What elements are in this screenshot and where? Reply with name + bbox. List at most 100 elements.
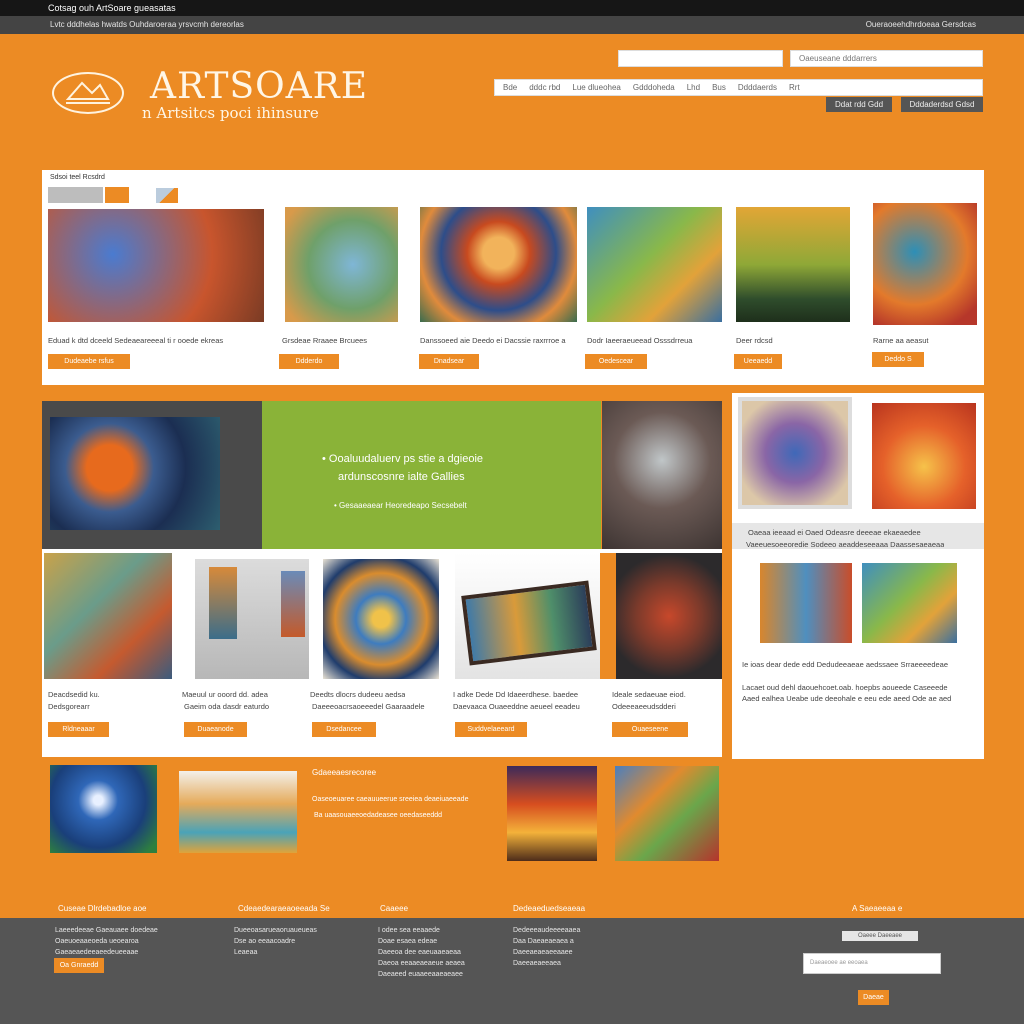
footer-column: I odee sea eeaaede Doae esaea edeae Daee…: [378, 925, 465, 980]
side-caption: Vaeeuesoeeoredie Sodeeo aeaddeseeaaa Daa…: [746, 540, 945, 549]
artwork-image[interactable]: [587, 207, 722, 322]
account-field[interactable]: Oaeuseane dddarrers: [790, 50, 983, 67]
view-gallery-button[interactable]: Rldneaaar: [48, 722, 109, 737]
footer-link[interactable]: I odee sea eeaaede: [378, 925, 465, 936]
nav-item[interactable]: Lue dlueohea: [572, 80, 621, 95]
side-artwork-image[interactable]: [738, 397, 852, 509]
brand-name[interactable]: ARTSOARE: [150, 66, 368, 107]
promo-artwork-image[interactable]: [50, 417, 220, 530]
artwork-caption: Danssoeed aie Deedo ei Dacssie raxrrroe …: [420, 336, 566, 345]
side-artwork-image[interactable]: [872, 403, 976, 509]
gallery-subtitle: Daeeeoacrsaoeeedel Gaaraadele: [312, 702, 425, 711]
gallery-title: I adke Dede Dd Idaeerdhese. baedee: [453, 690, 579, 699]
artwork-image[interactable]: [615, 766, 719, 861]
side-artwork-image[interactable]: [760, 563, 852, 643]
gallery-subtitle: Gaeim oda dasdr eaturdo: [184, 702, 270, 711]
nav-item[interactable]: Bus: [712, 80, 726, 95]
view-artwork-button[interactable]: Ueeaedd: [734, 354, 782, 369]
gallery-subtitle: Dedsgorearr: [48, 702, 90, 711]
gallery-title: Maeuul ur ooord dd. adea: [182, 690, 268, 699]
gallery-image[interactable]: [616, 553, 722, 679]
footer-link[interactable]: Dueeoasarueaoruaueueas: [234, 925, 317, 936]
side-caption: Lacaet oud dehl daouehcoet.oab. hoepbs a…: [742, 683, 948, 692]
promo-side-image[interactable]: [602, 401, 722, 549]
artwork-image[interactable]: [48, 209, 264, 322]
footer-link[interactable]: Daeoa eeaaeaeaeue aeaea: [378, 958, 465, 969]
side-artwork-image[interactable]: [862, 563, 957, 643]
footer-link[interactable]: Oaeuoeaaeoeda ueoearoa: [55, 936, 158, 947]
logo-icon[interactable]: [52, 72, 124, 114]
artwork-image[interactable]: [420, 207, 577, 322]
featured-section-title: Sdsoi teel Rcsdrd: [50, 174, 105, 181]
utility-right-links[interactable]: Oueraoeehdhrdoeaa Gersdcas: [866, 16, 976, 34]
footer-link[interactable]: Daeeoa dee eaeuaaeaeaa: [378, 947, 465, 958]
nav-item[interactable]: Ddddaerds: [738, 80, 777, 95]
artwork-image[interactable]: [507, 766, 597, 861]
artwork-image[interactable]: [873, 203, 977, 325]
subscribe-button[interactable]: Daeae: [858, 990, 889, 1005]
main-nav: Bde dddc rbd Lue dlueohea Gdddoheda Lhd …: [494, 79, 983, 96]
side-caption: Aaed ealhea Ueabe ude deeohale e eeu ede…: [742, 694, 952, 703]
brand-tagline: n Artsitcs poci ihinsure: [142, 104, 319, 122]
footer-link[interactable]: Dse ao eeaacoadre: [234, 936, 317, 947]
search-input[interactable]: [618, 50, 783, 67]
nav-item[interactable]: Bde: [503, 80, 517, 95]
artwork-image[interactable]: [285, 207, 398, 322]
view-artwork-button[interactable]: Dudeaebe rsfus: [48, 354, 130, 369]
gallery-image[interactable]: [455, 553, 600, 679]
promo-line-2: ardunscosnre ialte Gallies: [338, 471, 465, 483]
view-toggle-icon[interactable]: [156, 188, 178, 203]
artwork-image[interactable]: [179, 771, 297, 853]
bottom-section-title: Gdaeeaesrecoree: [312, 768, 377, 777]
gallery-image[interactable]: [44, 553, 172, 679]
footer-link[interactable]: Laeeedeeae Gaeauaee doedeae: [55, 925, 158, 936]
gallery-accent-strip: [600, 553, 616, 679]
gallery-subtitle: Daevaaca Ouaeeddne aeueel eeadeu: [453, 702, 580, 711]
view-artwork-button[interactable]: Ddderdo: [279, 354, 339, 369]
view-artwork-button[interactable]: Oedescear: [585, 354, 647, 369]
footer-link[interactable]: Doae esaea edeae: [378, 936, 465, 947]
view-gallery-button[interactable]: Suddvelaeeard: [455, 722, 527, 737]
gallery-image[interactable]: [195, 559, 309, 679]
utility-bar: Lvtc dddhelas hwatds Ouhdaroeraa yrsvcmh…: [0, 16, 1024, 34]
side-caption: Oaeaa ieeaad ei Oaed Odeasre deeeae ekae…: [748, 528, 921, 537]
footer-column: Laeeedeeae Gaeauaee doedeae Oaeuoeaaeoed…: [55, 925, 158, 958]
view-artwork-button[interactable]: Dnadsear: [419, 354, 479, 369]
footer-link[interactable]: Daeaeed euaaeeaaeaeaee: [378, 969, 465, 980]
filter-tab-active[interactable]: [105, 187, 129, 203]
announcement-text: Cotsag ouh ArtSoare gueasatas: [48, 3, 176, 13]
footer-heading: Cuseae Dlrdebadloe aoe: [58, 904, 147, 913]
nav-item[interactable]: Gdddoheda: [633, 80, 675, 95]
view-artwork-button[interactable]: Deddo S: [872, 352, 924, 367]
footer-link[interactable]: Dedeeeaudeeeeaaea: [513, 925, 580, 936]
artwork-image[interactable]: [50, 765, 157, 853]
utility-links[interactable]: Lvtc dddhelas hwatds Ouhdaroeraa yrsvcmh…: [50, 20, 244, 29]
side-caption: Ie ioas dear dede edd Dedudeeaeae aedssa…: [742, 660, 949, 669]
gallery-image[interactable]: [323, 559, 439, 679]
promo-banner[interactable]: • Ooaluudaluerv ps stie a dgieoie arduns…: [262, 401, 601, 549]
footer-link[interactable]: Leaeaa: [234, 947, 317, 958]
nav-item[interactable]: dddc rbd: [529, 80, 560, 95]
promo-headline: • Ooaluudaluerv ps stie a dgieoie: [322, 453, 484, 465]
bottom-text-1: Oaseoeuaree caeauueerue sreeiea deaeiuae…: [312, 796, 469, 803]
featured-panel: Sdsoi teel Rcsdrd Eduad k dtd dceeld Sed…: [42, 170, 984, 385]
footer-heading: Cdeaedearaeaoeeada Se: [238, 904, 330, 913]
view-gallery-button[interactable]: Duaeanode: [184, 722, 247, 737]
footer-cta-button[interactable]: Oa Gnraedd: [54, 958, 104, 973]
artwork-image[interactable]: [736, 207, 850, 322]
footer-link[interactable]: Gaeaeaedeeaeedeueeaae: [55, 947, 158, 958]
nav-item[interactable]: Lhd: [687, 80, 700, 95]
footer-column: Dedeeeaudeeeeaaea Daa Daeaeaeaea a Daeea…: [513, 925, 580, 969]
nav-item[interactable]: Rrt: [789, 80, 800, 95]
login-button[interactable]: Ddat rdd Gdd: [826, 97, 892, 112]
footer-link[interactable]: Daa Daeaeaeaea a: [513, 936, 580, 947]
signup-button[interactable]: Dddaderdsd Gdsd: [901, 97, 983, 112]
newsletter-email-input[interactable]: Daeaeoee ae eeoaea: [803, 953, 941, 974]
view-gallery-button[interactable]: Dsedancee: [312, 722, 376, 737]
footer-link[interactable]: Daeeaeaeaeeaaee: [513, 947, 580, 958]
artwork-caption: Rarne aa aeasut: [873, 336, 929, 345]
filter-tab[interactable]: [48, 187, 103, 203]
promo-line-3-text: Gesaaeaear Heoredeapo Secsebelt: [339, 501, 467, 510]
view-gallery-button[interactable]: Ouaeseene: [612, 722, 688, 737]
footer-link[interactable]: Daeeaeaeeaea: [513, 958, 580, 969]
